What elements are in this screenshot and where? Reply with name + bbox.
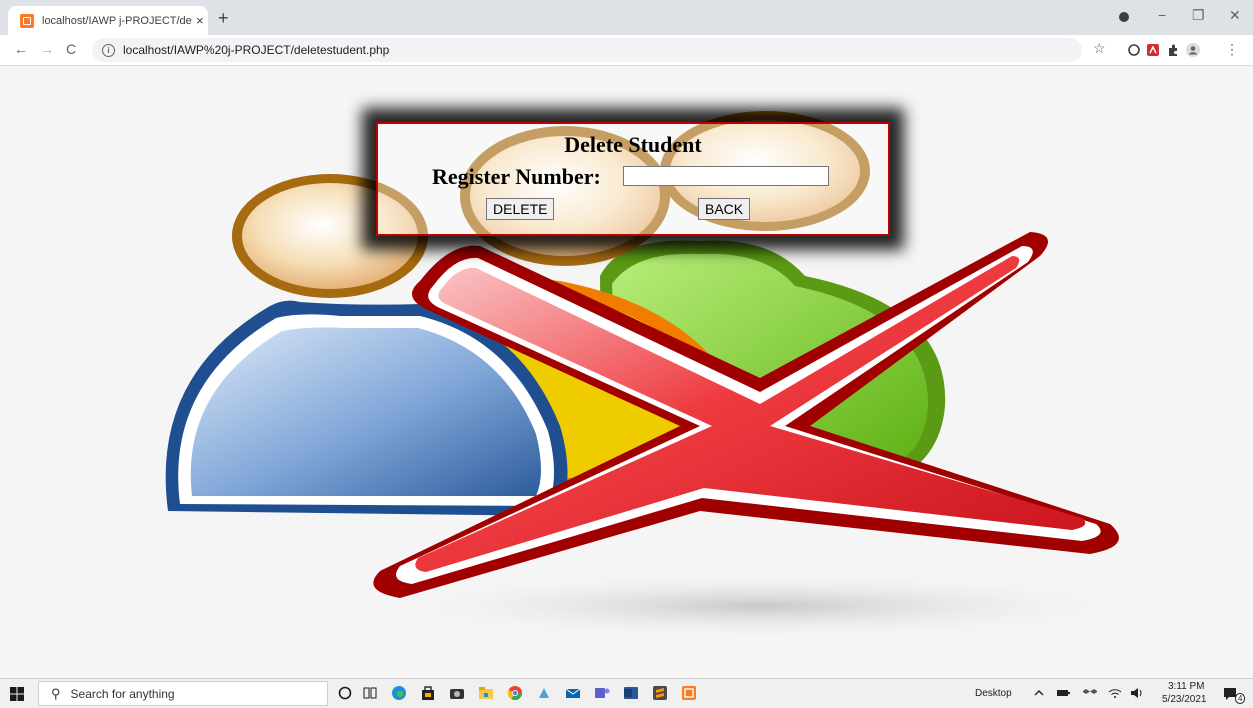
profile-avatar-icon[interactable] [1186,43,1200,57]
clock-date[interactable]: 5/23/2021 [1162,694,1207,705]
back-button[interactable]: ← [14,41,28,57]
extension-circle-icon[interactable] [1127,43,1141,57]
notification-count-badge: 4 [1235,693,1246,704]
form-title: Delete Student [564,132,702,157]
site-info-icon[interactable]: i [102,43,115,57]
close-window-button[interactable]: ✕ [1229,7,1241,24]
cortana-icon[interactable] [337,685,353,701]
address-bar[interactable]: i localhost/IAWP%20j-PROJECT/deletestude… [92,38,1082,62]
windows-taskbar: ⚲ Search for anything Desktop 3:11 PM 5/… [0,678,1253,708]
sublime-icon[interactable] [652,685,668,701]
clock-time[interactable]: 3:11 PM [1168,681,1205,692]
teams-icon[interactable] [594,685,610,701]
volume-icon[interactable] [1130,687,1144,699]
delete-student-form: Delete Student Register Number: DELETE B… [376,122,890,236]
tab-close-icon[interactable]: × [196,13,204,28]
tab-strip: localhost/IAWP j-PROJECT/delete × + − ❐ … [0,0,1253,35]
url-text[interactable]: localhost/IAWP%20j-PROJECT/deletestudent… [123,43,389,57]
search-placeholder: Search for anything [70,686,175,701]
page-viewport: Delete Student Register Number: DELETE B… [0,66,1253,678]
back-button[interactable]: BACK [698,198,751,220]
bookmark-star-icon[interactable]: ☆ [1093,40,1106,57]
windows-start-icon[interactable] [10,687,24,701]
ground-shadow [360,571,1160,641]
register-number-input[interactable] [623,166,829,186]
photos-icon[interactable] [536,685,552,701]
store-icon[interactable] [420,685,436,701]
pdf-extension-icon[interactable] [1146,43,1160,57]
delete-button[interactable]: DELETE [486,198,555,220]
search-icon: ⚲ [51,685,61,701]
register-number-label: Register Number: [432,164,601,189]
minimize-button[interactable]: − [1158,7,1166,23]
browser-menu-icon[interactable]: ⋮ [1225,41,1239,58]
forward-button[interactable]: → [40,41,54,57]
camera-icon[interactable] [449,685,465,701]
file-explorer-icon[interactable] [478,685,494,701]
wifi-icon[interactable] [1108,687,1122,699]
browser-toolbar: ← → C i localhost/IAWP%20j-PROJECT/delet… [0,35,1253,66]
task-view-icon[interactable] [362,685,378,701]
browser-tab[interactable]: localhost/IAWP j-PROJECT/delete × [8,6,208,35]
word-icon[interactable] [623,685,639,701]
tab-title: localhost/IAWP j-PROJECT/delete [42,14,192,27]
new-tab-button[interactable]: + [218,8,229,29]
desktop-toolbar-label[interactable]: Desktop [975,688,1012,699]
taskbar-search-box[interactable]: ⚲ Search for anything [38,681,328,706]
mail-icon[interactable] [565,685,581,701]
chrome-icon[interactable] [507,685,523,701]
restore-button[interactable]: ❐ [1192,7,1205,24]
battery-icon[interactable] [1056,687,1070,699]
extensions-puzzle-icon[interactable] [1166,43,1180,57]
reload-button[interactable]: C [66,41,76,57]
chevron-up-icon[interactable] [1033,687,1045,699]
profile-dot-icon[interactable] [1118,11,1130,23]
xampp-favicon-icon [20,13,34,28]
edge-icon[interactable] [391,685,407,701]
xampp-icon[interactable] [681,685,697,701]
dropbox-icon[interactable] [1083,687,1097,699]
